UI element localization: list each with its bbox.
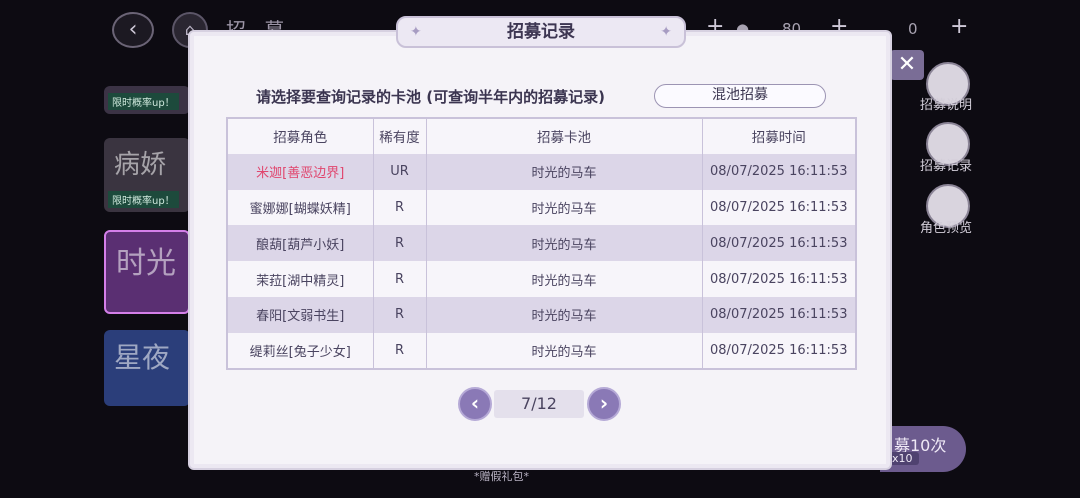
banner-art-text: 时光 (116, 246, 176, 281)
column-header-rarity: 稀有度 (373, 118, 427, 154)
record-table: 招募角色 稀有度 招募卡池 招募时间 米迦[善恶边界] UR 时光的马车 08/… (226, 117, 857, 370)
table-row: 米迦[善恶边界] UR 时光的马车 08/07/2025 16:11:53 (227, 153, 857, 190)
sparkle-icon: ✦ (410, 24, 422, 40)
back-arrow-icon: ‹ (128, 17, 138, 42)
cell-rarity: UR (373, 153, 427, 190)
close-icon: ✕ (897, 52, 917, 77)
cell-character: 酿葫[葫芦小妖] (227, 225, 374, 262)
column-header-character: 招募角色 (227, 118, 374, 154)
sparkle-icon: ✦ (660, 24, 672, 40)
table-row: 蜜娜娜[蝴蝶妖精] R 时光的马车 08/07/2025 16:11:53 (227, 189, 857, 226)
chevron-right-icon: › (599, 391, 609, 415)
cell-character: 春阳[文弱书生] (227, 296, 374, 333)
currency-value: 0 (908, 20, 918, 38)
close-button[interactable]: ✕ (890, 50, 924, 80)
table-row: 酿葫[葫芦小妖] R 时光的马车 08/07/2025 16:11:53 (227, 225, 857, 262)
cell-time: 08/07/2025 16:11:53 (702, 189, 857, 226)
banner-tag: 限时概率up！ (108, 93, 179, 110)
column-header-pool: 招募卡池 (426, 118, 703, 154)
side-menu-label: 招募说明 (920, 98, 973, 113)
gift-label: *赠假礼包* (474, 470, 529, 483)
table-row: 春阳[文弱书生] R 时光的马车 08/07/2025 16:11:53 (227, 296, 857, 333)
prev-page-button[interactable]: ‹ (458, 387, 492, 421)
table-row: 茉菈[湖中精灵] R 时光的马车 08/07/2025 16:11:53 (227, 261, 857, 297)
cell-time: 08/07/2025 16:11:53 (702, 153, 857, 190)
cell-rarity: R (373, 189, 427, 226)
chevron-left-icon: ‹ (470, 391, 480, 415)
cell-character: 缇莉丝[兔子少女] (227, 332, 374, 369)
cell-time: 08/07/2025 16:11:53 (702, 332, 857, 369)
cell-pool: 时光的马车 (426, 189, 703, 226)
cell-rarity: R (373, 296, 427, 333)
cell-rarity: R (373, 225, 427, 262)
pool-select-dropdown[interactable]: 混池招募 (654, 84, 826, 108)
table-row: 缇莉丝[兔子少女] R 时光的马车 08/07/2025 16:11:53 (227, 332, 857, 369)
currency-add-icon[interactable]: + (950, 14, 968, 39)
banner-item[interactable]: 星夜 (104, 330, 190, 406)
banner-item[interactable]: 限时概率up！ (104, 86, 190, 114)
cell-pool: 时光的马车 (426, 261, 703, 297)
side-menu-label: 角色预览 (920, 221, 973, 236)
cell-character: 茉菈[湖中精灵] (227, 261, 374, 297)
pool-prompt: 请选择要查询记录的卡池 (可查询半年内的招募记录) (256, 88, 605, 106)
modal-title-text: 招募记录 (507, 22, 575, 42)
page-indicator: 7/12 (494, 390, 584, 418)
cell-time: 08/07/2025 16:11:53 (702, 225, 857, 262)
banner-item-active[interactable]: 时光 (104, 230, 190, 314)
cell-pool: 时光的马车 (426, 153, 703, 190)
cell-character: 蜜娜娜[蝴蝶妖精] (227, 189, 374, 226)
cell-pool: 时光的马车 (426, 225, 703, 262)
cell-time: 08/07/2025 16:11:53 (702, 261, 857, 297)
cell-rarity: R (373, 332, 427, 369)
banner-art-text: 星夜 (114, 341, 171, 374)
side-menu-label: 招募记录 (920, 159, 973, 174)
banner-item[interactable]: 病娇 限时概率up！ (104, 138, 190, 212)
next-page-button[interactable]: › (587, 387, 621, 421)
cell-rarity: R (373, 261, 427, 297)
banner-tag: 限时概率up！ (108, 191, 179, 208)
table-header-row: 招募角色 稀有度 招募卡池 招募时间 (227, 118, 857, 154)
cell-pool: 时光的马车 (426, 332, 703, 369)
column-header-time: 招募时间 (702, 118, 857, 154)
cell-character: 米迦[善恶边界] (227, 153, 374, 190)
cell-pool: 时光的马车 (426, 296, 703, 333)
back-button[interactable]: ‹ (112, 12, 154, 48)
recruit-ten-button[interactable]: 募10次 (880, 426, 966, 472)
modal-title: ✦ 招募记录 ✦ (396, 16, 686, 48)
cell-time: 08/07/2025 16:11:53 (702, 296, 857, 333)
